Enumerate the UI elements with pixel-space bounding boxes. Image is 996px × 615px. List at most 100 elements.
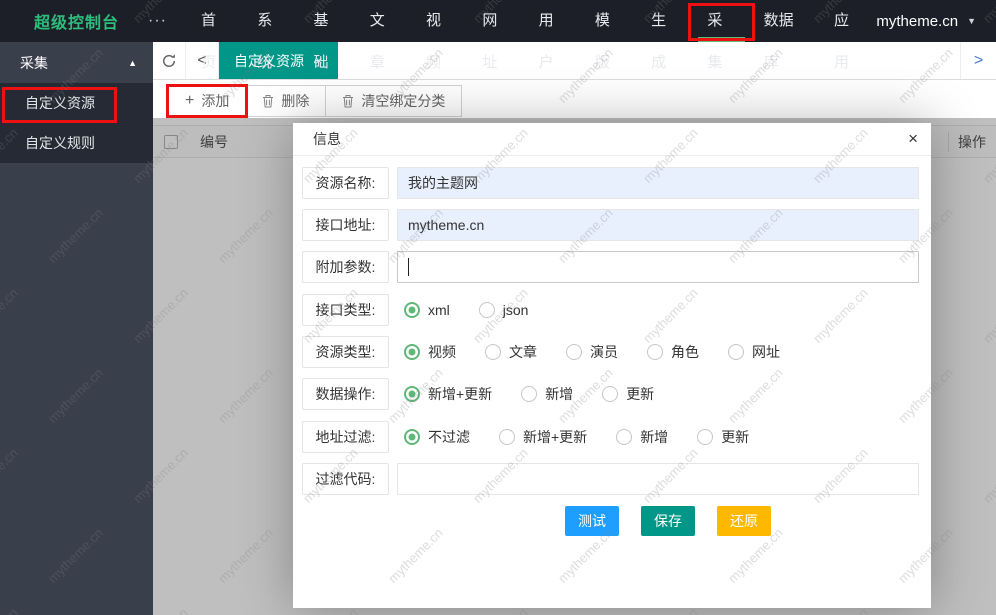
nav-item-label: 生成 <box>651 12 666 71</box>
form-row: 接口类型: xml json <box>302 294 919 326</box>
field-label: 数据操作: <box>302 378 389 410</box>
field-label: 附加参数: <box>302 251 389 283</box>
radio-icon <box>404 429 420 445</box>
radio-option-label: 演员 <box>590 342 618 362</box>
field-label: 资源类型: <box>302 336 389 368</box>
nav-item[interactable]: 视频 <box>412 0 468 42</box>
test-button[interactable]: 测试 <box>565 506 619 536</box>
text-input[interactable] <box>397 251 919 283</box>
radio-option[interactable]: 更新 <box>697 427 749 447</box>
field-label: 接口类型: <box>302 294 389 326</box>
info-dialog: 信息 × 资源名称: 接口地址: 附加参数: 接口类型: xml json 资源… <box>293 123 931 608</box>
add-button[interactable]: + 添加 <box>168 85 246 117</box>
field-input-wrap <box>397 463 919 495</box>
radio-icon <box>404 386 420 402</box>
nav-item[interactable]: 应用 <box>820 0 876 42</box>
form-row: 数据操作: 新增+更新 新增 更新 <box>302 378 919 410</box>
radio-option-label: 新增 <box>640 427 668 447</box>
clear-binding-button-label: 清空绑定分类 <box>361 91 445 111</box>
radio-option[interactable]: xml <box>404 302 450 318</box>
radio-icon <box>728 344 744 360</box>
nav-item[interactable]: 文章 <box>356 0 412 42</box>
radio-option[interactable]: 新增+更新 <box>499 427 587 447</box>
field-label: 接口地址: <box>302 209 389 241</box>
radio-icon <box>499 429 515 445</box>
radio-option-label: 文章 <box>509 342 537 362</box>
field-label: 地址过滤: <box>302 421 389 453</box>
radio-icon <box>566 344 582 360</box>
radio-option-label: 新增+更新 <box>523 427 587 447</box>
sidebar-submenu: 自定义资源 自定义规则 <box>0 83 153 163</box>
radio-icon <box>404 302 420 318</box>
sidebar-item-label: 自定义规则 <box>25 135 95 151</box>
radio-icon <box>404 344 420 360</box>
radio-option[interactable]: 更新 <box>602 384 654 404</box>
add-button-label: 添加 <box>201 91 229 111</box>
sidebar: 采集 ▲ 自定义资源 自定义规则 <box>0 42 153 615</box>
radio-option-label: 更新 <box>626 384 654 404</box>
radio-option[interactable]: 角色 <box>647 342 699 362</box>
form-row: 附加参数: <box>302 251 919 283</box>
radio-option[interactable]: 新增 <box>521 384 573 404</box>
nav-item[interactable]: 基础 <box>300 0 356 42</box>
field-label: 过滤代码: <box>302 463 389 495</box>
nav-item-label: 首页 <box>201 12 216 71</box>
trash-icon <box>342 94 354 108</box>
user-menu[interactable]: mytheme.cn ▼ <box>876 13 996 30</box>
radio-group: xml json <box>397 294 528 326</box>
text-input[interactable] <box>397 209 919 241</box>
plus-icon: + <box>185 92 194 110</box>
more-menu-icon[interactable]: ··· <box>138 12 177 30</box>
nav-item[interactable]: 模版 <box>581 0 637 42</box>
dialog-form: 资源名称: 接口地址: 附加参数: 接口类型: xml json 资源类型: 视… <box>293 156 931 495</box>
radio-option[interactable]: 演员 <box>566 342 618 362</box>
radio-group: 不过滤 新增+更新 新增 更新 <box>397 421 749 453</box>
field-input-wrap <box>397 209 919 241</box>
clear-binding-button[interactable]: 清空绑定分类 <box>326 85 462 117</box>
nav-item-label: 视频 <box>426 12 441 71</box>
refresh-button[interactable] <box>153 42 186 79</box>
field-input-wrap <box>397 167 919 199</box>
radio-option[interactable]: 网址 <box>728 342 780 362</box>
radio-option[interactable]: 文章 <box>485 342 537 362</box>
nav-item[interactable]: 用户 <box>525 0 581 42</box>
nav-item[interactable]: 首页 <box>187 0 243 42</box>
text-input[interactable] <box>397 167 919 199</box>
close-dialog-icon[interactable]: × <box>908 128 918 150</box>
nav-item-label: 基础 <box>314 12 329 71</box>
radio-icon <box>616 429 632 445</box>
sidebar-item[interactable]: 自定义规则 <box>0 123 153 163</box>
form-row: 资源名称: <box>302 167 919 199</box>
next-tab-button[interactable]: > <box>960 42 996 79</box>
radio-option[interactable]: 不过滤 <box>404 427 470 447</box>
radio-option[interactable]: 视频 <box>404 342 456 362</box>
sidebar-item[interactable]: 自定义资源 <box>0 83 153 123</box>
sidebar-group-label: 采集 <box>20 53 48 73</box>
radio-icon <box>647 344 663 360</box>
nav-item[interactable]: 系统 <box>243 0 299 42</box>
radio-option-label: 新增+更新 <box>428 384 492 404</box>
sidebar-group-caiji[interactable]: 采集 ▲ <box>0 42 153 83</box>
save-button[interactable]: 保存 <box>641 506 695 536</box>
delete-button-label: 删除 <box>281 91 309 111</box>
main-nav: 首页 系统 基础 文章 视频 网址 用户 模版 <box>187 0 876 42</box>
nav-item-label: 文章 <box>370 12 385 71</box>
nav-item-label: 模版 <box>595 12 610 71</box>
radio-option-label: xml <box>428 302 450 318</box>
nav-item[interactable]: 采集 <box>693 0 749 42</box>
radio-option[interactable]: 新增+更新 <box>404 384 492 404</box>
nav-item[interactable]: 数据库 <box>750 0 820 42</box>
dialog-title: 信息 <box>313 131 341 147</box>
field-label: 资源名称: <box>302 167 389 199</box>
radio-option[interactable]: 新增 <box>616 427 668 447</box>
radio-icon <box>521 386 537 402</box>
reset-button[interactable]: 还原 <box>717 506 771 536</box>
delete-button[interactable]: 删除 <box>246 85 326 117</box>
radio-option-label: 更新 <box>721 427 749 447</box>
radio-option[interactable]: json <box>479 302 529 318</box>
text-input[interactable] <box>397 463 919 495</box>
chevron-right-icon: > <box>974 52 983 70</box>
radio-option-label: 新增 <box>545 384 573 404</box>
nav-item[interactable]: 生成 <box>637 0 693 42</box>
nav-item[interactable]: 网址 <box>468 0 524 42</box>
